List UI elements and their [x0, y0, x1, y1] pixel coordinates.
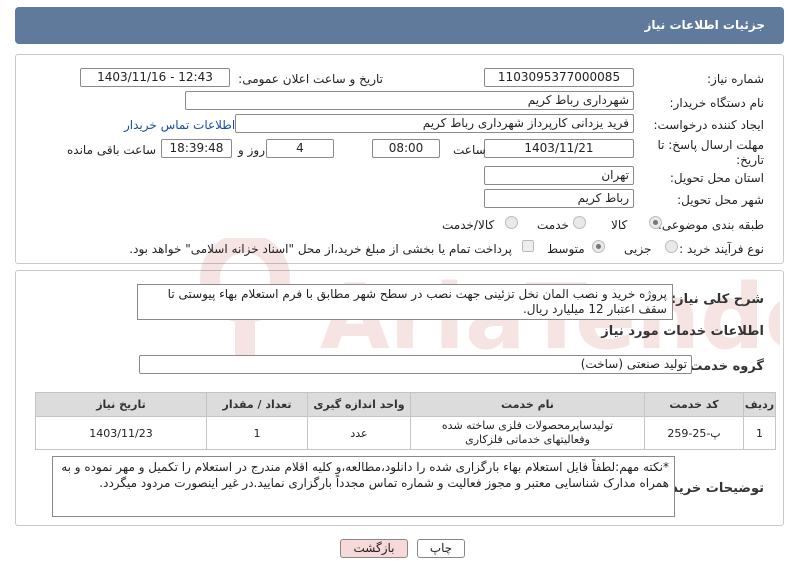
city-label: شهر محل تحویل:	[677, 193, 764, 207]
col-qty-header: تعداد / مقدار	[206, 392, 308, 417]
service-name-cell: تولیدسایرمحصولات فلزی ساخته شده وفعالیته…	[410, 416, 645, 450]
need-number-label: شماره نیاز:	[707, 72, 764, 86]
page-header: جزئیات اطلاعات نیاز	[15, 7, 784, 44]
process-medium-radio[interactable]	[592, 240, 605, 253]
need-date-cell: 1403/11/23	[35, 416, 207, 450]
process-medium-label: متوسط	[547, 242, 585, 256]
description-textarea[interactable]: پروژه خرید و نصب المان نخل تزئینی جهت نص…	[137, 284, 673, 320]
process-label: نوع فرآیند خرید :	[679, 242, 764, 256]
back-button[interactable]: بازگشت	[340, 539, 408, 558]
city-field: رباط کریم	[484, 189, 634, 208]
announce-field: 1403/11/16 - 12:43	[80, 68, 230, 87]
col-date-header: تاریخ نیاز	[35, 392, 207, 417]
category-service-label: خدمت	[537, 218, 569, 232]
category-goods-label: کالا	[611, 218, 628, 232]
col-unit-header: واحد اندازه گیری	[307, 392, 411, 417]
unit-cell: عدد	[307, 416, 411, 450]
need-number-field: 1103095377000085	[484, 68, 634, 87]
process-small-label: جزیی	[624, 242, 652, 256]
category-goods-radio[interactable]	[649, 216, 662, 229]
creator-label: ایجاد کننده درخواست:	[653, 118, 764, 132]
province-field: تهران	[484, 166, 634, 185]
treasury-note: پرداخت تمام یا بخشی از مبلغ خرید،از محل …	[129, 242, 512, 256]
service-group-label: گروه خدمت:	[684, 359, 764, 374]
print-button[interactable]: چاپ	[417, 539, 465, 558]
treasury-checkbox[interactable]	[522, 240, 534, 252]
col-code-header: کد خدمت	[644, 392, 744, 417]
buyer-notes-textarea[interactable]: *نکته مهم:لطفاً فایل استعلام بهاء بارگزا…	[52, 456, 675, 517]
remaining-label: ساعت باقی مانده	[67, 143, 157, 157]
table-row: 1 پ-25-259 تولیدسایرمحصولات فلزی ساخته ش…	[35, 416, 776, 450]
creator-field: فرید یزدانی کارپرداز شهرداری رباط کریم	[235, 114, 634, 133]
category-service-radio[interactable]	[573, 216, 586, 229]
remaining-time-field: 18:39:48	[161, 139, 232, 158]
deadline-time-field: 08:00	[372, 139, 440, 158]
row-index-cell: 1	[743, 416, 776, 450]
deadline-label: مهلت ارسال پاسخ: تا تاریخ:	[657, 138, 764, 167]
description-label: شرح کلی نیاز:	[670, 292, 764, 307]
category-both-label: کالا/خدمت	[442, 218, 495, 232]
service-code-cell: پ-25-259	[644, 416, 744, 450]
time-label: ساعت	[453, 143, 486, 157]
col-name-header: نام خدمت	[410, 392, 645, 417]
col-row-header: ردیف	[743, 392, 776, 417]
services-table: ردیف کد خدمت نام خدمت واحد اندازه گیری ت…	[35, 392, 776, 450]
province-label: استان محل تحویل:	[669, 171, 764, 185]
announce-label: تاریخ و ساعت اعلان عمومی:	[238, 72, 383, 86]
services-section-title: اطلاعات خدمات مورد نیاز	[601, 324, 764, 339]
buyer-contact-link[interactable]: اطلاعات تماس خریدار	[124, 118, 235, 132]
buyer-org-label: نام دستگاه خریدار:	[669, 96, 765, 110]
days-label: روز و	[238, 143, 265, 157]
category-both-radio[interactable]	[505, 216, 518, 229]
quantity-cell: 1	[206, 416, 308, 450]
service-group-field: تولید صنعتی (ساخت)	[139, 355, 692, 374]
days-field: 4	[266, 139, 334, 158]
process-small-radio[interactable]	[665, 240, 678, 253]
buyer-org-field: شهرداری رباط کریم	[185, 91, 634, 110]
page-title: جزئیات اطلاعات نیاز	[644, 18, 765, 32]
deadline-date-field: 1403/11/21	[484, 139, 634, 158]
category-label: طبقه بندی موضوعی:	[657, 218, 764, 232]
table-header-row: ردیف کد خدمت نام خدمت واحد اندازه گیری ت…	[35, 392, 776, 417]
